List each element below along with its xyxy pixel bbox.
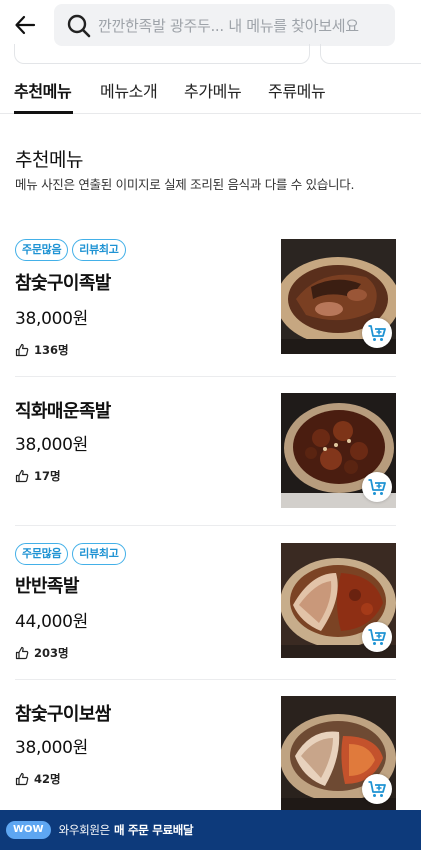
tab-menu-intro[interactable]: 메뉴소개 (100, 78, 158, 102)
badge-group: 주문많음 리뷰최고 (15, 239, 126, 261)
scrolled-card-edge (14, 44, 310, 64)
category-tabs: 추천메뉴 메뉴소개 추가메뉴 주류메뉴 (0, 68, 421, 114)
badge-popular: 주문많음 (15, 543, 69, 565)
tab-recommended[interactable]: 추천메뉴 (14, 78, 72, 102)
like-count-text: 17명 (34, 469, 61, 483)
banner-highlight: 매 주문 무료배달 (113, 823, 194, 837)
divider (15, 376, 396, 377)
menu-item-price: 38,000원 (15, 435, 89, 455)
badge-popular: 주문많음 (15, 239, 69, 261)
thumbs-up-icon (15, 772, 29, 786)
menu-item-price: 38,000원 (15, 309, 89, 329)
search-placeholder: 깐깐한족발 광주두... 내 메뉴를 찾아보세요 (98, 17, 359, 35)
add-to-cart-icon (368, 629, 386, 645)
like-count: 17명 (15, 468, 61, 484)
tab-extra-menu[interactable]: 추가메뉴 (184, 78, 242, 102)
like-count-text: 136명 (34, 343, 69, 357)
divider (15, 525, 396, 526)
badge-top-review: 리뷰최고 (72, 239, 126, 261)
menu-item-photo[interactable] (281, 696, 396, 810)
menu-item-price: 38,000원 (15, 738, 89, 758)
thumbs-up-icon (15, 646, 29, 660)
tab-drinks-menu[interactable]: 주류메뉴 (268, 78, 326, 102)
like-count-text: 203명 (34, 646, 69, 660)
menu-item-photo[interactable] (281, 393, 396, 508)
add-to-cart-button[interactable] (362, 622, 392, 652)
add-to-cart-icon (368, 479, 386, 495)
section-title: 추천메뉴 (15, 149, 83, 171)
badge-top-review: 리뷰최고 (72, 543, 126, 565)
menu-item-name: 참숯구이보쌈 (15, 704, 111, 725)
add-to-cart-button[interactable] (362, 774, 392, 804)
like-count: 42명 (15, 771, 61, 787)
add-to-cart-icon (368, 325, 386, 341)
add-to-cart-icon (368, 781, 386, 797)
badge-group: 주문많음 리뷰최고 (15, 543, 126, 565)
wow-badge: WOW (6, 821, 51, 839)
menu-item[interactable]: 참숯구이보쌈 38,000원 42명 (0, 696, 421, 810)
arrow-left-icon (15, 15, 36, 35)
search-icon (67, 14, 91, 38)
thumbs-up-icon (15, 343, 29, 357)
like-count-text: 42명 (34, 772, 61, 786)
wow-membership-banner[interactable]: WOW 와우회원은 매 주문 무료배달 (0, 810, 421, 850)
menu-item[interactable]: 주문많음 리뷰최고 반반족발 44,000원 203명 (0, 543, 421, 663)
like-count: 203명 (15, 645, 69, 661)
menu-item-price: 44,000원 (15, 612, 89, 632)
like-count: 136명 (15, 342, 69, 358)
divider (15, 679, 396, 680)
back-button[interactable] (10, 10, 40, 40)
scrolled-card-edge (320, 44, 421, 64)
menu-page: 깐깐한족발 광주두... 내 메뉴를 찾아보세요 추천메뉴 메뉴소개 추가메뉴 … (0, 0, 421, 850)
menu-item-name: 직화매운족발 (15, 401, 111, 422)
banner-text: 와우회원은 (58, 823, 111, 837)
menu-item-name: 참숯구이족발 (15, 273, 111, 294)
menu-item[interactable]: 주문많음 리뷰최고 참숯구이족발 38,000원 136명 (0, 239, 421, 359)
active-tab-indicator (14, 111, 73, 114)
thumbs-up-icon (15, 469, 29, 483)
section-description: 메뉴 사진은 연출된 이미지로 실제 조리된 음식과 다를 수 있습니다. (15, 177, 355, 192)
menu-item-photo[interactable] (281, 543, 396, 658)
add-to-cart-button[interactable] (362, 318, 392, 348)
menu-item[interactable]: 직화매운족발 38,000원 17명 (0, 393, 421, 513)
search-input[interactable]: 깐깐한족발 광주두... 내 메뉴를 찾아보세요 (54, 4, 395, 46)
menu-item-name: 반반족발 (15, 576, 79, 597)
menu-item-photo[interactable] (281, 239, 396, 354)
add-to-cart-button[interactable] (362, 472, 392, 502)
